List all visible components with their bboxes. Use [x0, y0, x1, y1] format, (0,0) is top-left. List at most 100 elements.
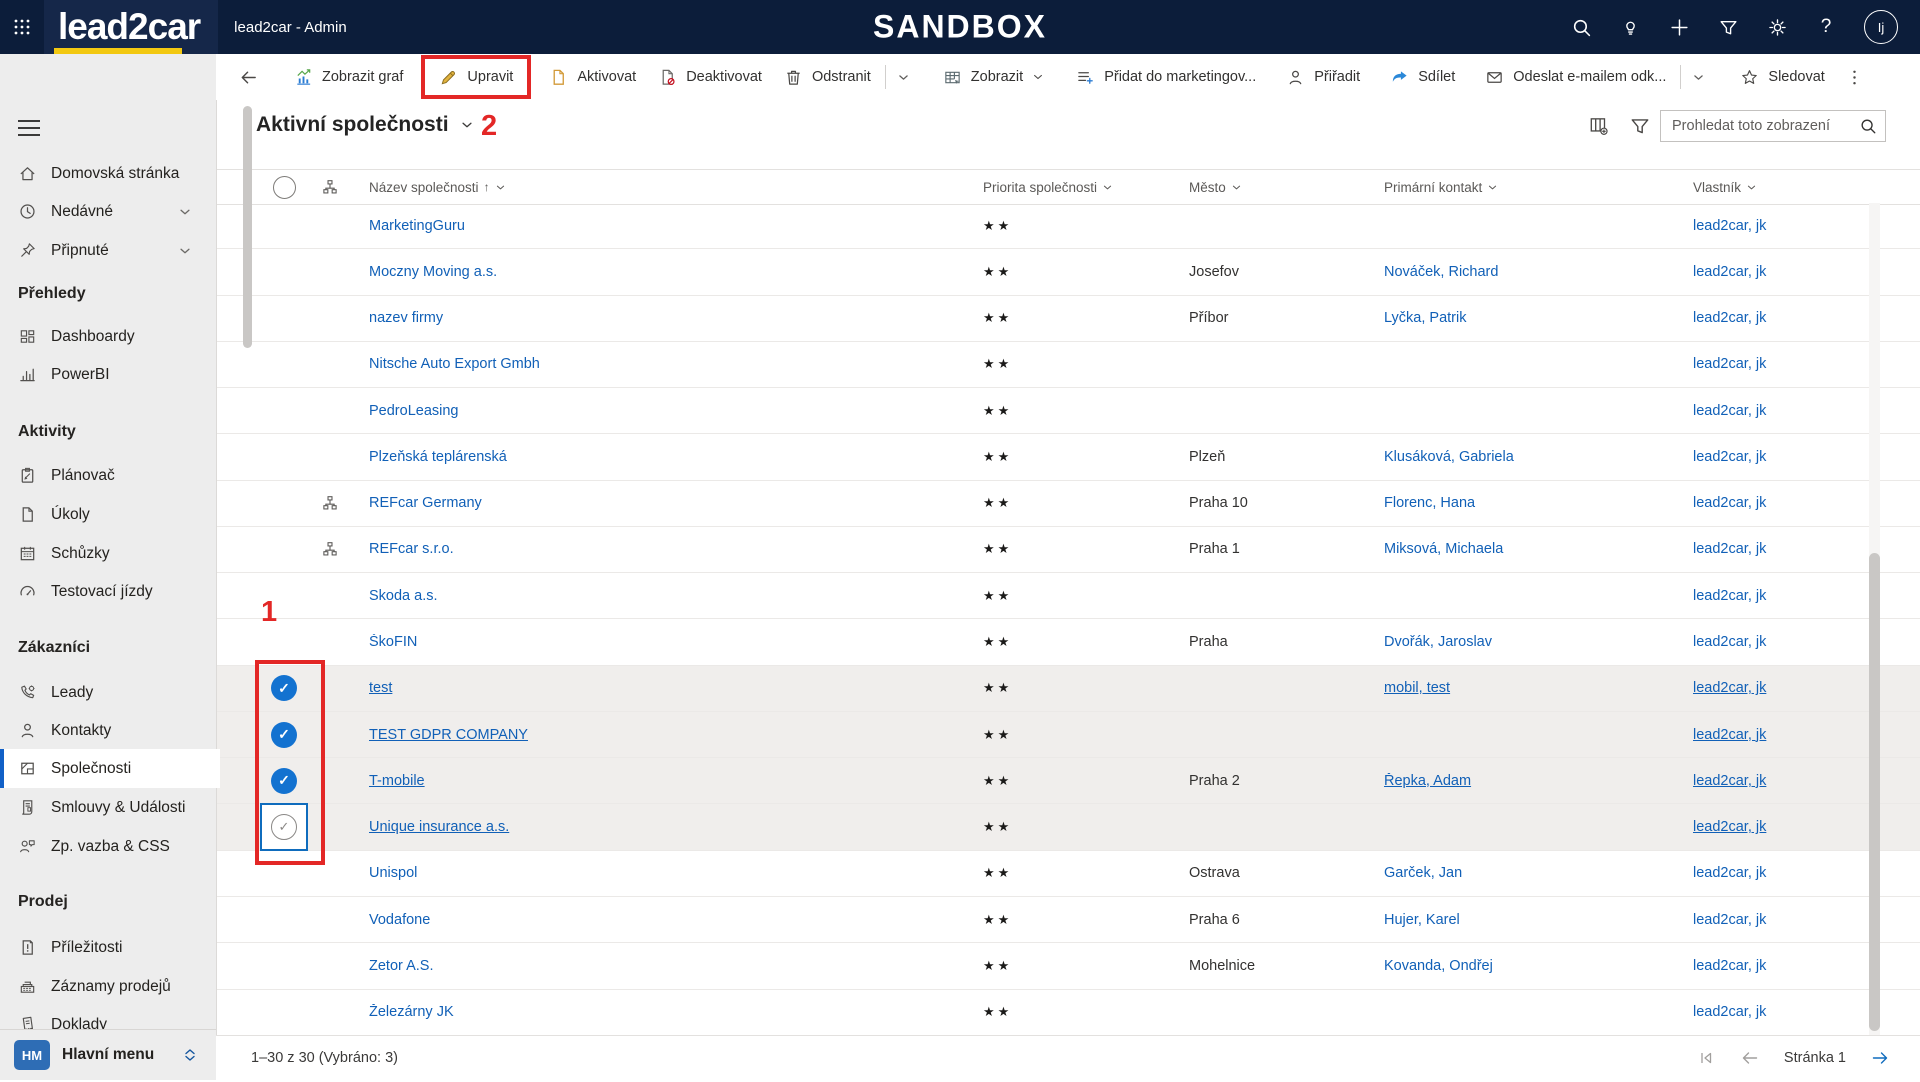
company-name-link[interactable]: T-mobile [369, 773, 425, 789]
activate-button[interactable]: Aktivovat [538, 59, 647, 95]
table-row[interactable]: ✓ TEST GDPR COMPANY ★★ lead2car, jk [216, 712, 1920, 758]
owner-link[interactable]: lead2car, jk [1693, 958, 1766, 974]
owner-link[interactable]: lead2car, jk [1693, 264, 1766, 280]
company-name-link[interactable]: Moczny Moving a.s. [369, 264, 497, 280]
sidebar-item-meetings[interactable]: Schůzky [0, 534, 216, 573]
overflow-chevron-icon[interactable] [1684, 71, 1713, 84]
primary-contact-link[interactable]: Dvořák, Jaroslav [1384, 634, 1492, 650]
edit-columns-icon[interactable] [1588, 115, 1612, 139]
column-header-city[interactable]: Město [1172, 180, 1367, 195]
table-row[interactable]: Nitsche Auto Export Gmbh ★★ lead2car, jk [216, 342, 1920, 388]
vertical-scrollbar-thumb[interactable] [1869, 553, 1880, 1031]
primary-contact-link[interactable]: Florenc, Hana [1384, 495, 1475, 511]
primary-contact-link[interactable]: Hujer, Karel [1384, 912, 1460, 928]
owner-link[interactable]: lead2car, jk [1693, 912, 1766, 928]
chevron-down-icon[interactable] [178, 205, 192, 219]
app-launcher-waffle-icon[interactable] [0, 0, 44, 54]
sitemap-toggle-icon[interactable] [18, 120, 40, 136]
follow-button[interactable]: Sledovat [1729, 59, 1835, 95]
table-row[interactable]: Moczny Moving a.s. ★★ Josefov Nováček, R… [216, 249, 1920, 295]
column-header-owner[interactable]: Vlastník [1676, 180, 1920, 195]
primary-contact-link[interactable]: Řepka, Adam [1384, 773, 1471, 789]
delete-button[interactable]: Odstranit [773, 59, 882, 95]
table-row[interactable]: ✓ Unique insurance a.s. ★★ lead2car, jk [216, 804, 1920, 850]
owner-link[interactable]: lead2car, jk [1693, 588, 1766, 604]
overflow-chevron-icon[interactable] [889, 71, 918, 84]
company-name-link[interactable]: Vodafone [369, 912, 430, 928]
owner-link[interactable]: lead2car, jk [1693, 541, 1766, 557]
edit-button[interactable]: Upravit [428, 59, 524, 95]
primary-contact-link[interactable]: mobil, test [1384, 680, 1450, 696]
hierarchy-icon[interactable] [321, 540, 339, 558]
company-name-link[interactable]: Zetor A.S. [369, 958, 433, 974]
table-row[interactable]: ✓ test ★★ mobil, test lead2car, jk [216, 666, 1920, 712]
table-row[interactable]: Vodafone ★★ Praha 6 Hujer, Karel lead2ca… [216, 897, 1920, 943]
column-header-company-name[interactable]: Název společnosti ↑ [352, 180, 966, 195]
owner-link[interactable]: lead2car, jk [1693, 356, 1766, 372]
company-name-link[interactable]: TEST GDPR COMPANY [369, 727, 528, 743]
focused-checkbox[interactable]: ✓ [260, 803, 308, 851]
sidebar-item-contracts-events[interactable]: Smlouvy & Události [0, 788, 216, 827]
company-name-link[interactable]: REFcar s.r.o. [369, 541, 454, 557]
sidebar-item-tasks[interactable]: Úkoly [0, 495, 216, 534]
next-page-icon[interactable] [1870, 1048, 1890, 1068]
sidebar-item-feedback-css[interactable]: Zp. vazba & CSS [0, 827, 216, 866]
company-name-link[interactable]: Plzeňská teplárenská [369, 449, 507, 465]
share-button[interactable]: Sdílet [1379, 59, 1466, 95]
owner-link[interactable]: lead2car, jk [1693, 773, 1766, 789]
view-search-input[interactable] [1661, 111, 1864, 141]
checked-checkbox-icon[interactable]: ✓ [271, 768, 297, 794]
owner-link[interactable]: lead2car, jk [1693, 727, 1766, 743]
owner-link[interactable]: lead2car, jk [1693, 1004, 1766, 1020]
primary-contact-link[interactable]: Garček, Jan [1384, 865, 1462, 881]
company-name-link[interactable]: MarketingGuru [369, 218, 465, 234]
secondary-scrollbar-thumb[interactable] [243, 106, 252, 348]
sidebar-item-contacts[interactable]: Kontakty [0, 711, 216, 750]
sidebar-item-opportunities[interactable]: Příležitosti [0, 928, 216, 967]
chevron-down-icon[interactable] [178, 244, 192, 258]
company-name-link[interactable]: Nitsche Auto Export Gmbh [369, 356, 540, 372]
checked-checkbox-icon[interactable]: ✓ [271, 722, 297, 748]
table-row[interactable]: Zetor A.S. ★★ Mohelnice Kovanda, Ondřej … [216, 943, 1920, 989]
sidebar-item-recent[interactable]: Nedávné [0, 192, 216, 231]
row-checkbox-cell[interactable]: ✓ [271, 768, 297, 794]
back-button[interactable] [226, 59, 271, 95]
row-checkbox-cell[interactable]: ✓ [271, 722, 297, 748]
table-row[interactable]: PedroLeasing ★★ lead2car, jk [216, 388, 1920, 434]
table-row[interactable]: nazev firmy ★★ Příbor Lyčka, Patrik lead… [216, 296, 1920, 342]
owner-link[interactable]: lead2car, jk [1693, 403, 1766, 419]
company-name-link[interactable]: Unique insurance a.s. [369, 819, 509, 835]
table-row[interactable]: MarketingGuru ★★ lead2car, jk [216, 203, 1920, 249]
table-row[interactable]: REFcar s.r.o. ★★ Praha 1 Miksová, Michae… [216, 527, 1920, 573]
primary-contact-link[interactable]: Nováček, Richard [1384, 264, 1498, 280]
owner-link[interactable]: lead2car, jk [1693, 449, 1766, 465]
sidebar-item-dashboards[interactable]: Dashboardy [0, 317, 216, 356]
company-name-link[interactable]: Železárny JK [369, 1004, 454, 1020]
owner-link[interactable]: lead2car, jk [1693, 218, 1766, 234]
company-name-link[interactable]: ŠkoFIN [369, 634, 417, 650]
company-name-link[interactable]: Unispol [369, 865, 417, 881]
table-row[interactable]: ŠkoFIN ★★ Praha Dvořák, Jaroslav lead2ca… [216, 619, 1920, 665]
more-commands-button[interactable] [1836, 59, 1873, 95]
add-to-marketing-list-button[interactable]: Přidat do marketingov... [1065, 59, 1267, 95]
owner-link[interactable]: lead2car, jk [1693, 865, 1766, 881]
sidebar-item-pinned[interactable]: Připnuté [0, 231, 216, 270]
primary-contact-link[interactable]: Miksová, Michaela [1384, 541, 1503, 557]
company-name-link[interactable]: test [369, 680, 392, 696]
previous-page-icon[interactable] [1740, 1048, 1760, 1068]
deactivate-button[interactable]: Deaktivovat [647, 59, 773, 95]
checked-checkbox-icon[interactable]: ✓ [271, 675, 297, 701]
search-icon[interactable] [1570, 16, 1592, 38]
owner-link[interactable]: lead2car, jk [1693, 495, 1766, 511]
table-row[interactable]: REFcar Germany ★★ Praha 10 Florenc, Hana… [216, 481, 1920, 527]
select-all-checkbox[interactable] [273, 176, 296, 199]
search-icon[interactable] [1859, 117, 1877, 135]
primary-contact-link[interactable]: Klusáková, Gabriela [1384, 449, 1514, 465]
owner-link[interactable]: lead2car, jk [1693, 819, 1766, 835]
brand-logo[interactable]: lead2car [44, 0, 218, 54]
show-chart-button[interactable]: Zobrazit graf [283, 59, 414, 95]
assign-button[interactable]: Přiřadit [1275, 59, 1371, 95]
user-avatar[interactable]: Ij [1864, 10, 1898, 44]
table-row[interactable]: ✓ T-mobile ★★ Praha 2 Řepka, Adam lead2c… [216, 758, 1920, 804]
email-link-button[interactable]: Odeslat e-mailem odk... [1474, 59, 1677, 95]
